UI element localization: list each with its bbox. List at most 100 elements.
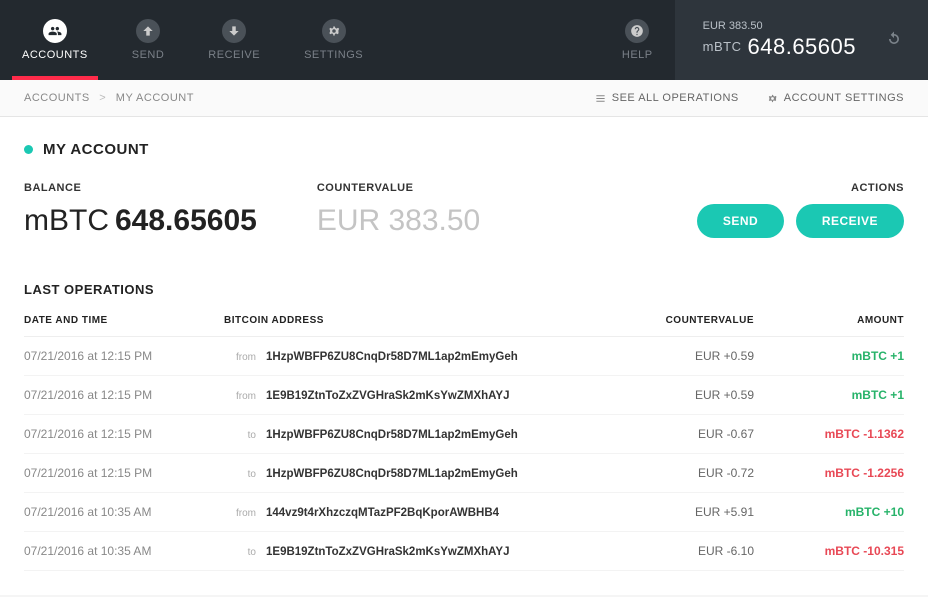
op-address-cell: from 144vz9t4rXhzczqMTazPF2BqKporAWBHB4 <box>224 505 604 519</box>
op-address: 1HzpWBFP6ZU8CnqDr58D7ML1ap2mEmyGeh <box>266 468 518 480</box>
op-datetime: 07/21/2016 at 12:15 PM <box>24 349 224 363</box>
users-icon <box>43 19 67 43</box>
balance-col: BALANCE mBTC648.65605 <box>24 182 257 238</box>
header-balance-text: EUR 383.50 mBTC 648.65605 <box>703 20 856 60</box>
question-icon <box>625 19 649 43</box>
col-datetime: DATE AND TIME <box>24 315 224 326</box>
operation-row[interactable]: 07/21/2016 at 12:15 PMfrom 1E9B19ZtnToZxZ… <box>24 376 904 415</box>
op-datetime: 07/21/2016 at 12:15 PM <box>24 466 224 480</box>
op-direction: from <box>224 391 256 402</box>
op-address: 1E9B19ZtnToZxZVGHraSk2mKsYwZMXhAYJ <box>266 390 510 402</box>
countervalue-value: EUR 383.50 <box>317 204 480 238</box>
nav-accounts[interactable]: ACCOUNTS <box>0 0 110 80</box>
op-countervalue: EUR -0.72 <box>604 466 754 480</box>
operation-row[interactable]: 07/21/2016 at 10:35 AMto1E9B19ZtnToZxZVG… <box>24 532 904 571</box>
op-address-cell: to 1HzpWBFP6ZU8CnqDr58D7ML1ap2mEmyGeh <box>224 466 604 480</box>
app-root: ACCOUNTS SEND RECEIVE SETTINGS <box>0 0 928 595</box>
op-amount: mBTC +1 <box>754 388 904 402</box>
see-all-operations[interactable]: SEE ALL OPERATIONS <box>595 92 739 104</box>
op-amount: mBTC +1 <box>754 349 904 363</box>
op-direction: to <box>224 430 256 441</box>
balance-value: mBTC648.65605 <box>24 204 257 238</box>
op-amount: mBTC +10 <box>754 505 904 519</box>
account-color-dot <box>24 145 33 154</box>
op-datetime: 07/21/2016 at 10:35 AM <box>24 544 224 558</box>
nav-label: SETTINGS <box>304 49 363 61</box>
nav-label: HELP <box>622 49 653 61</box>
op-address: 1E9B19ZtnToZxZVGHraSk2mKsYwZMXhAYJ <box>266 546 510 558</box>
arrow-up-icon <box>136 19 160 43</box>
see-all-label: SEE ALL OPERATIONS <box>612 92 739 104</box>
send-button[interactable]: SEND <box>697 204 784 238</box>
nav-spacer <box>385 0 600 80</box>
col-address: BITCOIN ADDRESS <box>224 315 604 326</box>
account-title: MY ACCOUNT <box>24 141 904 158</box>
breadcrumb-actions: SEE ALL OPERATIONS ACCOUNT SETTINGS <box>595 92 904 104</box>
op-countervalue: EUR +0.59 <box>604 349 754 363</box>
breadcrumb-root[interactable]: ACCOUNTS <box>24 92 90 104</box>
op-address: 1HzpWBFP6ZU8CnqDr58D7ML1ap2mEmyGeh <box>266 351 518 363</box>
operations-header: DATE AND TIME BITCOIN ADDRESS COUNTERVAL… <box>24 315 904 337</box>
header-balance-unit: mBTC <box>703 39 742 54</box>
breadcrumb-bar: ACCOUNTS > MY ACCOUNT SEE ALL OPERATIONS… <box>0 80 928 117</box>
op-countervalue: EUR -0.67 <box>604 427 754 441</box>
op-amount: mBTC -10.315 <box>754 544 904 558</box>
nav-label: ACCOUNTS <box>22 49 88 61</box>
nav-label: RECEIVE <box>208 49 260 61</box>
list-icon <box>595 93 606 104</box>
op-countervalue: EUR +0.59 <box>604 388 754 402</box>
operation-row[interactable]: 07/21/2016 at 12:15 PMto 1HzpWBFP6ZU8CnqD… <box>24 454 904 493</box>
balance-row: BALANCE mBTC648.65605 COUNTERVALUE EUR 3… <box>24 182 904 238</box>
header-balance: EUR 383.50 mBTC 648.65605 <box>675 0 928 80</box>
nav-help[interactable]: HELP <box>600 0 675 80</box>
header-balance-main: mBTC 648.65605 <box>703 34 856 60</box>
op-datetime: 07/21/2016 at 12:15 PM <box>24 427 224 441</box>
header-countervalue: EUR 383.50 <box>703 20 856 32</box>
breadcrumb: ACCOUNTS > MY ACCOUNT <box>24 92 194 104</box>
op-direction: to <box>224 469 256 480</box>
op-datetime: 07/21/2016 at 12:15 PM <box>24 388 224 402</box>
col-amount: AMOUNT <box>754 315 904 326</box>
nav-label: SEND <box>132 49 165 61</box>
balance-unit: mBTC <box>24 204 109 237</box>
col-countervalue: COUNTERVALUE <box>604 315 754 326</box>
nav-send[interactable]: SEND <box>110 0 187 80</box>
refresh-icon[interactable] <box>884 29 904 52</box>
actions-label: ACTIONS <box>689 182 904 194</box>
countervalue-label: COUNTERVALUE <box>317 182 480 194</box>
arrow-down-icon <box>222 19 246 43</box>
account-settings-label: ACCOUNT SETTINGS <box>784 92 904 104</box>
header-balance-amount: 648.65605 <box>748 34 857 59</box>
op-address: 144vz9t4rXhzczqMTazPF2BqKporAWBHB4 <box>266 507 499 519</box>
actions-buttons: SEND RECEIVE <box>689 204 904 238</box>
op-countervalue: EUR +5.91 <box>604 505 754 519</box>
op-direction: from <box>224 352 256 363</box>
operations-body: 07/21/2016 at 12:15 PMfrom1HzpWBFP6ZU8Cn… <box>24 337 904 571</box>
gear-icon <box>767 93 778 104</box>
op-address-cell: to 1HzpWBFP6ZU8CnqDr58D7ML1ap2mEmyGeh <box>224 427 604 441</box>
op-address: 1HzpWBFP6ZU8CnqDr58D7ML1ap2mEmyGeh <box>266 429 518 441</box>
breadcrumb-current: MY ACCOUNT <box>116 92 194 104</box>
op-address-cell: from 1HzpWBFP6ZU8CnqDr58D7ML1ap2mEmyGeh <box>224 349 604 363</box>
nav-settings[interactable]: SETTINGS <box>282 0 385 80</box>
balance-amount: 648.65605 <box>115 204 257 237</box>
balance-label: BALANCE <box>24 182 257 194</box>
last-operations-title: LAST OPERATIONS <box>24 282 904 297</box>
actions-col: ACTIONS SEND RECEIVE <box>689 182 904 238</box>
operation-row[interactable]: 07/21/2016 at 12:15 PMto 1HzpWBFP6ZU8CnqD… <box>24 415 904 454</box>
nav-left: ACCOUNTS SEND RECEIVE SETTINGS <box>0 0 385 80</box>
account-settings[interactable]: ACCOUNT SETTINGS <box>767 92 904 104</box>
nav-receive[interactable]: RECEIVE <box>186 0 282 80</box>
op-amount: mBTC -1.2256 <box>754 466 904 480</box>
op-amount: mBTC -1.1362 <box>754 427 904 441</box>
main: MY ACCOUNT BALANCE mBTC648.65605 COUNTER… <box>0 117 928 595</box>
receive-button[interactable]: RECEIVE <box>796 204 904 238</box>
countervalue-col: COUNTERVALUE EUR 383.50 <box>317 182 480 238</box>
operation-row[interactable]: 07/21/2016 at 10:35 AMfrom 144vz9t4rXhzcz… <box>24 493 904 532</box>
operation-row[interactable]: 07/21/2016 at 12:15 PMfrom 1HzpWBFP6ZU8Cn… <box>24 337 904 376</box>
nav-right: HELP <box>600 0 675 80</box>
op-datetime: 07/21/2016 at 10:35 AM <box>24 505 224 519</box>
op-address-cell: to1E9B19ZtnToZxZVGHraSk2mKsYwZMXhAYJ <box>224 544 604 558</box>
op-direction: from <box>224 508 256 519</box>
topbar: ACCOUNTS SEND RECEIVE SETTINGS <box>0 0 928 80</box>
